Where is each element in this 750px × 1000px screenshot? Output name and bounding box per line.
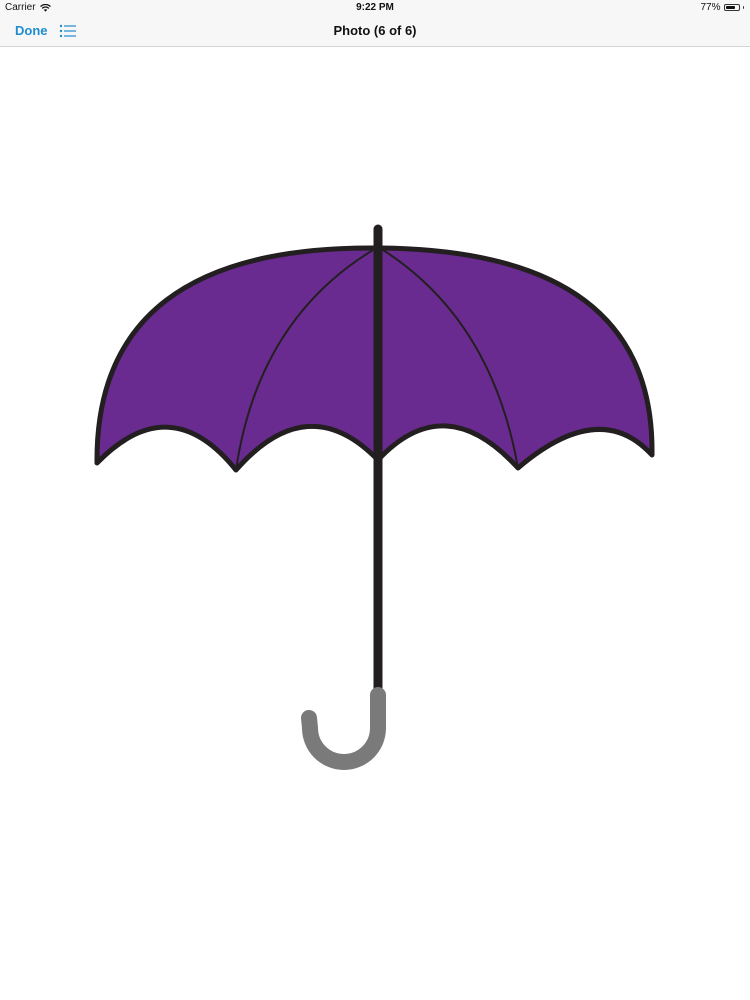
status-time: 9:22 PM	[356, 2, 394, 13]
battery-tip	[742, 6, 744, 9]
battery-level-fill	[725, 6, 735, 9]
umbrella-handle	[301, 687, 386, 770]
umbrella-icon	[94, 224, 655, 770]
photo-viewer[interactable]	[0, 47, 750, 1000]
navigation-bar: Done Photo (6 of 6)	[0, 16, 750, 47]
battery-percent: 77%	[700, 2, 721, 13]
page-title: Photo (6 of 6)	[333, 23, 417, 38]
status-battery: 77%	[700, 2, 744, 13]
battery-icon	[723, 4, 740, 11]
status-bar: Carrier 9:22 PM 77%	[0, 0, 750, 16]
